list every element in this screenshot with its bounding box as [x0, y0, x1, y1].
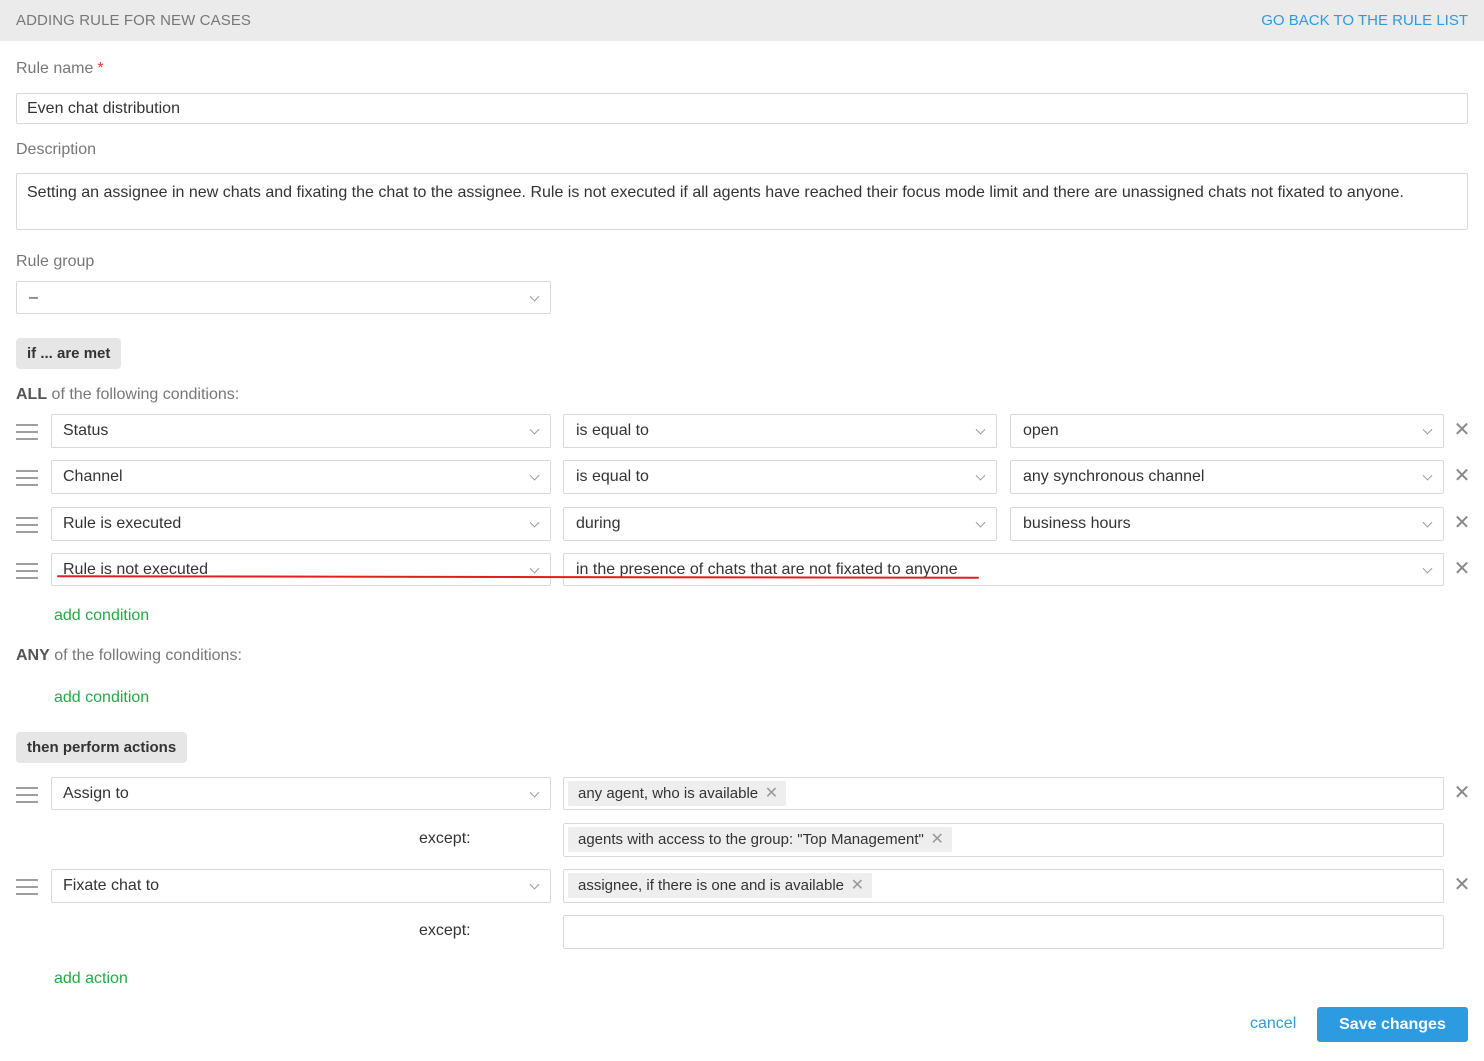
rule-group-value: – [29, 288, 38, 306]
close-icon[interactable]: ✕ [1453, 559, 1471, 579]
condition-operator-value: is equal to [576, 468, 649, 485]
close-icon[interactable]: ✕ [1453, 875, 1471, 895]
condition-operator-value: during [576, 515, 621, 532]
any-conditions-label: ANY of the following conditions: [16, 647, 242, 664]
description-value: Setting an assignee in new chats and fix… [27, 184, 1404, 201]
description-label: Description [16, 141, 97, 158]
chevron-down-icon [975, 424, 986, 435]
action-type-value: Assign to [63, 784, 129, 802]
add-condition-any-link[interactable]: add condition [54, 689, 149, 707]
rule-name-label: Rule name * [16, 60, 104, 77]
close-icon[interactable]: ✕ [851, 873, 864, 898]
cancel-link[interactable]: cancel [1250, 1015, 1296, 1033]
close-icon[interactable]: ✕ [765, 781, 778, 806]
except-input[interactable]: agents with access to the group: "Top Ma… [563, 823, 1444, 857]
except-input[interactable] [563, 915, 1444, 949]
drag-handle-icon[interactable] [16, 876, 38, 896]
condition-field-select[interactable]: Channel [51, 460, 551, 494]
rule-group-label: Rule group [16, 253, 95, 270]
all-conditions-label: ALL of the following conditions: [16, 386, 240, 403]
condition-field-select[interactable]: Rule is executed [51, 507, 551, 541]
actions-section-badge: then perform actions [16, 732, 188, 763]
action-type-value: Fixate chat to [63, 877, 160, 894]
save-changes-button[interactable]: Save changes [1317, 1007, 1468, 1042]
condition-value-text: business hours [1023, 515, 1131, 532]
chevron-down-icon [529, 563, 540, 574]
action-target-input[interactable]: assignee, if there is one and is availab… [563, 869, 1444, 903]
page-title: ADDING RULE FOR NEW CASES [16, 12, 252, 29]
chevron-down-icon [529, 291, 540, 302]
except-label: except: [419, 922, 471, 939]
close-icon[interactable]: ✕ [1453, 783, 1471, 803]
back-to-rule-list-link[interactable]: GO BACK TO THE RULE LIST [1261, 12, 1468, 29]
rule-group-select[interactable]: – [16, 281, 551, 314]
condition-operator-select[interactable]: is equal to [563, 414, 997, 448]
conditions-section-badge: if ... are met [16, 338, 122, 369]
chevron-down-icon [529, 424, 540, 435]
chevron-down-icon [1422, 563, 1433, 574]
drag-handle-icon[interactable] [16, 467, 38, 487]
condition-value-select[interactable]: open [1010, 414, 1444, 448]
chevron-down-icon [529, 470, 540, 481]
chevron-down-icon [1422, 470, 1433, 481]
except-label: except: [419, 830, 471, 847]
condition-operator-select[interactable]: during [563, 507, 997, 541]
description-textarea[interactable]: Setting an assignee in new chats and fix… [16, 173, 1468, 230]
close-icon[interactable]: ✕ [1453, 420, 1471, 440]
action-target-tag: any agent, who is available ✕ [568, 781, 787, 806]
condition-field-value: Channel [63, 468, 123, 485]
chevron-down-icon [975, 470, 986, 481]
action-target-tag: assignee, if there is one and is availab… [568, 873, 873, 898]
chevron-down-icon [529, 879, 540, 890]
condition-field-select[interactable]: Rule is not executed [51, 553, 551, 586]
condition-value-select[interactable]: business hours [1010, 507, 1444, 541]
chevron-down-icon [529, 787, 540, 798]
rule-name-value: Even chat distribution [27, 99, 180, 117]
drag-handle-icon[interactable] [16, 514, 38, 534]
chevron-down-icon [975, 517, 986, 528]
drag-handle-icon[interactable] [16, 560, 38, 580]
condition-field-value: Status [63, 422, 109, 439]
close-icon[interactable]: ✕ [1453, 466, 1471, 486]
close-icon[interactable]: ✕ [930, 827, 943, 852]
chevron-down-icon [529, 517, 540, 528]
condition-value-text: open [1023, 422, 1059, 439]
drag-handle-icon[interactable] [16, 421, 38, 441]
condition-value-text: any synchronous channel [1023, 468, 1205, 485]
chevron-down-icon [1422, 424, 1433, 435]
add-condition-all-link[interactable]: add condition [54, 607, 149, 625]
action-type-select[interactable]: Assign to [51, 777, 551, 810]
condition-operator-select[interactable]: is equal to [563, 460, 997, 494]
action-target-input[interactable]: any agent, who is available ✕ [563, 777, 1444, 810]
required-mark: * [97, 60, 104, 77]
chevron-down-icon [1422, 517, 1433, 528]
close-icon[interactable]: ✕ [1453, 513, 1471, 533]
rule-name-input[interactable]: Even chat distribution [16, 93, 1468, 124]
condition-value-select[interactable]: any synchronous channel [1010, 460, 1444, 494]
action-type-select[interactable]: Fixate chat to [51, 869, 551, 903]
condition-operator-select[interactable]: in the presence of chats that are not fi… [563, 553, 1444, 586]
drag-handle-icon[interactable] [16, 784, 38, 804]
except-tag: agents with access to the group: "Top Ma… [568, 827, 952, 852]
add-action-link[interactable]: add action [54, 970, 128, 988]
page-header: ADDING RULE FOR NEW CASES GO BACK TO THE… [0, 0, 1484, 41]
condition-operator-value: is equal to [576, 422, 649, 439]
condition-field-value: Rule is executed [63, 515, 182, 532]
condition-field-select[interactable]: Status [51, 414, 551, 448]
